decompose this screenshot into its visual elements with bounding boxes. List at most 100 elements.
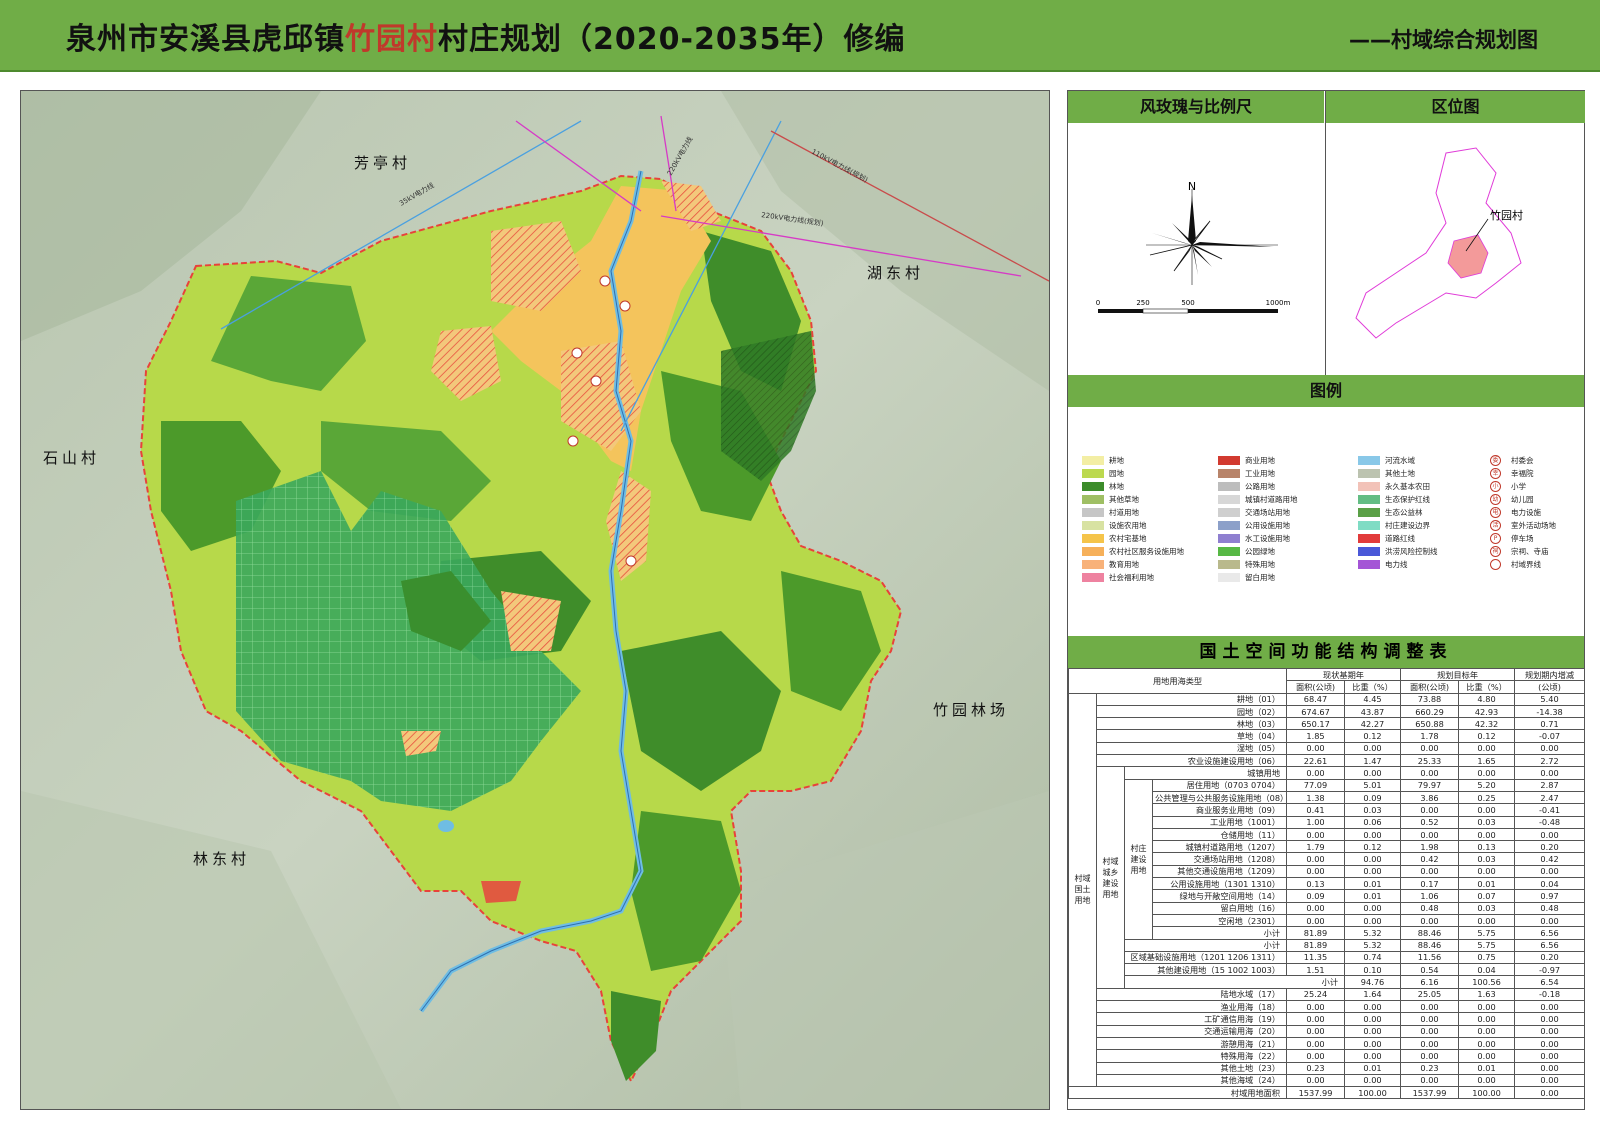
table-cell: 0.00 [1514, 864, 1586, 879]
village-map[interactable]: 35kV电力线 220kV电力线 110kV电力线(规划) 220kV电力线(规… [20, 90, 1050, 1110]
table-cell: 100.56 [1458, 975, 1516, 989]
table-cell: 0.23 [1286, 1061, 1346, 1075]
table-header: 面积(公顷) [1286, 680, 1346, 694]
table-row: 园地（02） 674.67 43.87 660.29 42.93 -14.38 [1069, 704, 1586, 719]
table-row: 农业设施建设用地（06） 22.61 1.47 25.33 1.65 2.72 [1069, 754, 1586, 768]
table-cell: 0.00 [1458, 1000, 1516, 1014]
poi-marker[interactable] [619, 300, 631, 312]
table-cell: 0.00 [1344, 741, 1402, 756]
table-cell: 5.01 [1344, 778, 1402, 792]
table-cell: 5.32 [1344, 926, 1402, 940]
table-row-label: 区域基础设施用地（1201 1206 1311） [1123, 950, 1288, 965]
table-cell: 0.09 [1344, 790, 1402, 805]
legend-item: 耕地 [1082, 455, 1124, 466]
legend-item: 特殊用地 [1218, 559, 1275, 570]
table-cell: 1.64 [1344, 987, 1402, 1002]
legend-label: 室外活动场地 [1511, 521, 1556, 530]
poi-marker[interactable] [599, 275, 611, 287]
table-cell: 1.65 [1458, 754, 1516, 768]
legend-label: 交通场站用地 [1245, 508, 1290, 517]
table-cell: 0.00 [1286, 852, 1346, 866]
table-cell: 22.61 [1286, 754, 1346, 768]
legend-label: 园地 [1109, 469, 1124, 478]
table-cell: 0.54 [1400, 963, 1460, 977]
legend-label: 公园绿地 [1245, 547, 1275, 556]
table-row-label: 林地（03） [1095, 717, 1288, 731]
table-cell: 674.67 [1286, 704, 1346, 719]
poi-marker[interactable] [625, 555, 637, 567]
legend-symbol-icon: 幸 [1490, 468, 1501, 479]
table-row: 渔业用海（18） 0.00 0.00 0.00 0.00 0.00 [1069, 1000, 1586, 1014]
legend-item: 公园绿地 [1218, 546, 1275, 557]
place-label-lindong: 林东村 [193, 850, 251, 868]
location-label: 竹园村 [1490, 208, 1523, 222]
scale-bar: 0 250 500 1000m [1096, 299, 1290, 314]
table-cell: 68.47 [1286, 692, 1346, 706]
legend-swatch [1358, 560, 1380, 569]
poi-marker[interactable] [590, 375, 602, 387]
table-cell: 43.87 [1344, 704, 1402, 719]
legend-item: 工业用地 [1218, 468, 1275, 479]
table-cell: 0.20 [1514, 950, 1586, 965]
table-row-label: 湿地（05） [1095, 741, 1288, 756]
map-title: 泉州市安溪县虎邱镇竹园村村庄规划（2020-2035年）修编 [66, 22, 906, 57]
table-cell: 650.17 [1286, 717, 1346, 731]
table-cell: 0.00 [1400, 827, 1460, 842]
table-cell: 0.00 [1514, 913, 1586, 928]
table-cell: 0.03 [1458, 901, 1516, 915]
table-cell: -14.38 [1514, 704, 1586, 719]
table-cell: 0.75 [1458, 950, 1516, 965]
table-cell: 42.27 [1344, 717, 1402, 731]
legend-item: P 停车场 [1484, 533, 1534, 544]
legend-label: 河流水域 [1385, 456, 1415, 465]
legend-symbol-icon: 幼 [1490, 494, 1501, 505]
table-cell: 1.00 [1286, 815, 1346, 829]
table-row: 其他建设用地（15 1002 1003） 1.51 0.10 0.54 0.04 -0.9… [1069, 963, 1586, 977]
table-cell: 0.00 [1400, 741, 1460, 756]
table-row: 湿地（05） 0.00 0.00 0.00 0.00 0.00 [1069, 741, 1586, 756]
table-cell: 11.35 [1286, 950, 1346, 965]
table-row: 草地（04） 1.85 0.12 1.78 0.12 -0.07 [1069, 729, 1586, 743]
legend-label: 农村社区服务设施用地 [1109, 547, 1184, 556]
table-cell: 0.00 [1514, 1061, 1586, 1075]
table-cell: 42.32 [1458, 717, 1516, 731]
table-cell: 79.97 [1400, 778, 1460, 792]
table-cell: 0.42 [1514, 852, 1586, 866]
legend-label: 停车场 [1511, 534, 1534, 543]
legend-swatch [1082, 482, 1104, 491]
legend-item: 道路红线 [1358, 533, 1415, 544]
legend-item: 永久基本农田 [1358, 481, 1430, 492]
table-cell: 0.04 [1514, 877, 1586, 891]
legend-label: 设施农用地 [1109, 521, 1147, 530]
poi-marker[interactable] [567, 435, 579, 447]
legend-symbol-icon: P [1490, 533, 1501, 544]
table-header: 面积(公顷) [1400, 680, 1460, 694]
legend-label: 特殊用地 [1245, 560, 1275, 569]
table-cell: 0.00 [1514, 1036, 1586, 1051]
table-row: 工矿通信用海（19） 0.00 0.00 0.00 0.00 0.00 [1069, 1012, 1586, 1026]
legend-swatch [1082, 495, 1104, 504]
legend-item: 电 电力设施 [1484, 507, 1541, 518]
poi-marker[interactable] [571, 347, 583, 359]
table-cell: 1.47 [1344, 754, 1402, 768]
legend-item: 小 小学 [1484, 481, 1526, 492]
table-cell: 0.00 [1286, 1024, 1346, 1038]
table-row-label: 其他海域（24） [1095, 1073, 1288, 1088]
table-cell: 1.06 [1400, 889, 1460, 903]
table-cell: 650.88 [1400, 717, 1460, 731]
legend-label: 村道用地 [1109, 508, 1139, 517]
table-cell: 0.00 [1286, 901, 1346, 915]
table-cell: 0.12 [1458, 729, 1516, 743]
legend-swatch [1358, 495, 1380, 504]
legend-swatch [1082, 508, 1104, 517]
table-cell: 0.07 [1458, 889, 1516, 903]
table-cell: 0.23 [1400, 1061, 1460, 1075]
table-row-label: 交通场站用地（1208） [1151, 852, 1288, 866]
table-row-label: 游憩用海（21） [1095, 1036, 1288, 1051]
map-canvas[interactable]: 35kV电力线 220kV电力线 110kV电力线(规划) 220kV电力线(规… [21, 91, 1049, 1109]
table-header-row: 用地用海类型 现状基期年 规划目标年 规划期内增减 [1067, 667, 1586, 694]
legend-item: 教育用地 [1082, 559, 1139, 570]
legend-swatch [1218, 573, 1240, 582]
table-row-label: 小计 [1123, 938, 1288, 952]
table-cell: 0.00 [1458, 1012, 1516, 1026]
